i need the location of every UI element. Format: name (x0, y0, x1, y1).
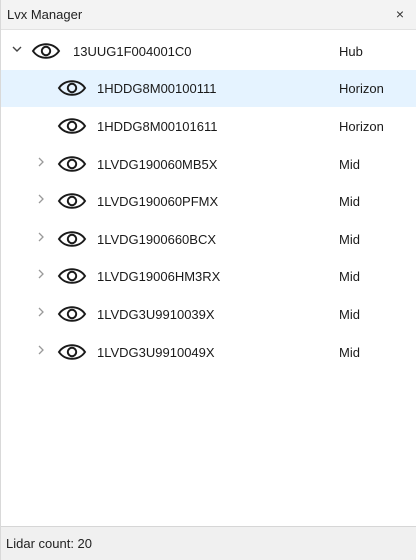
tree-row[interactable]: 1LVDG19006HM3RX Mid (1, 258, 416, 295)
tree-item-name: 1LVDG190060MB5X (97, 157, 218, 172)
eye-icon[interactable] (57, 303, 87, 325)
chevron-right-icon[interactable] (34, 306, 48, 322)
tree-row[interactable]: 1LVDG1900660BCX Mid (1, 221, 416, 258)
eye-icon[interactable] (57, 228, 87, 250)
tree-item-name: 1LVDG190060PFMX (97, 194, 219, 209)
tree-item-name: 1HDDG8M00100111 (97, 81, 217, 96)
tree-row-hub[interactable]: 13UUG1F004001C0 Hub (1, 33, 416, 70)
tree-row[interactable]: 1HDDG8M00101611 Horizon (1, 108, 416, 145)
title-bar: Lvx Manager × (1, 0, 416, 30)
window-title: Lvx Manager (7, 7, 83, 22)
tree-item-name: 1HDDG8M00101611 (97, 119, 218, 134)
eye-icon[interactable] (57, 190, 87, 212)
eye-icon[interactable] (57, 265, 87, 287)
tree-item-type: Mid (339, 232, 360, 247)
eye-icon[interactable] (57, 341, 87, 363)
tree-item-type: Hub (339, 44, 363, 59)
close-button[interactable]: × (392, 5, 408, 23)
lidar-count-label: Lidar count: 20 (6, 536, 93, 551)
chevron-right-icon[interactable] (34, 231, 48, 247)
tree-item-type: Mid (339, 157, 360, 172)
tree-item-type: Horizon (339, 119, 384, 134)
tree-item-name: 1LVDG3U9910039X (97, 307, 215, 322)
status-bar: Lidar count: 20 (1, 526, 416, 560)
tree-row[interactable]: 1LVDG190060MB5X Mid (1, 146, 416, 183)
lvx-manager-window: Lvx Manager × 13UUG1F004001C0 Hub 1HDDG8… (0, 0, 416, 560)
chevron-right-icon[interactable] (34, 344, 48, 360)
tree-item-name: 1LVDG3U9910049X (97, 345, 215, 360)
eye-icon[interactable] (57, 153, 87, 175)
tree-item-type: Mid (339, 345, 360, 360)
tree-item-name: 1LVDG19006HM3RX (97, 269, 221, 284)
tree-item-type: Mid (339, 269, 360, 284)
tree-item-type: Mid (339, 194, 360, 209)
chevron-right-icon[interactable] (34, 156, 48, 172)
tree-item-type: Mid (339, 307, 360, 322)
tree-item-name: 1LVDG1900660BCX (97, 232, 217, 247)
eye-icon[interactable] (57, 115, 87, 137)
tree-item-type: Horizon (339, 81, 384, 96)
tree-row[interactable]: 1LVDG190060PFMX Mid (1, 183, 416, 220)
tree-row[interactable]: 1HDDG8M00100111 Horizon (1, 70, 416, 107)
eye-icon[interactable] (57, 77, 87, 99)
tree-item-name: 13UUG1F004001C0 (73, 44, 192, 59)
chevron-right-icon[interactable] (34, 193, 48, 209)
chevron-right-icon[interactable] (34, 268, 48, 284)
tree-row[interactable]: 1LVDG3U9910039X Mid (1, 296, 416, 333)
chevron-down-icon[interactable] (10, 43, 24, 59)
tree-row[interactable]: 1LVDG3U9910049X Mid (1, 334, 416, 371)
eye-icon[interactable] (31, 40, 61, 62)
